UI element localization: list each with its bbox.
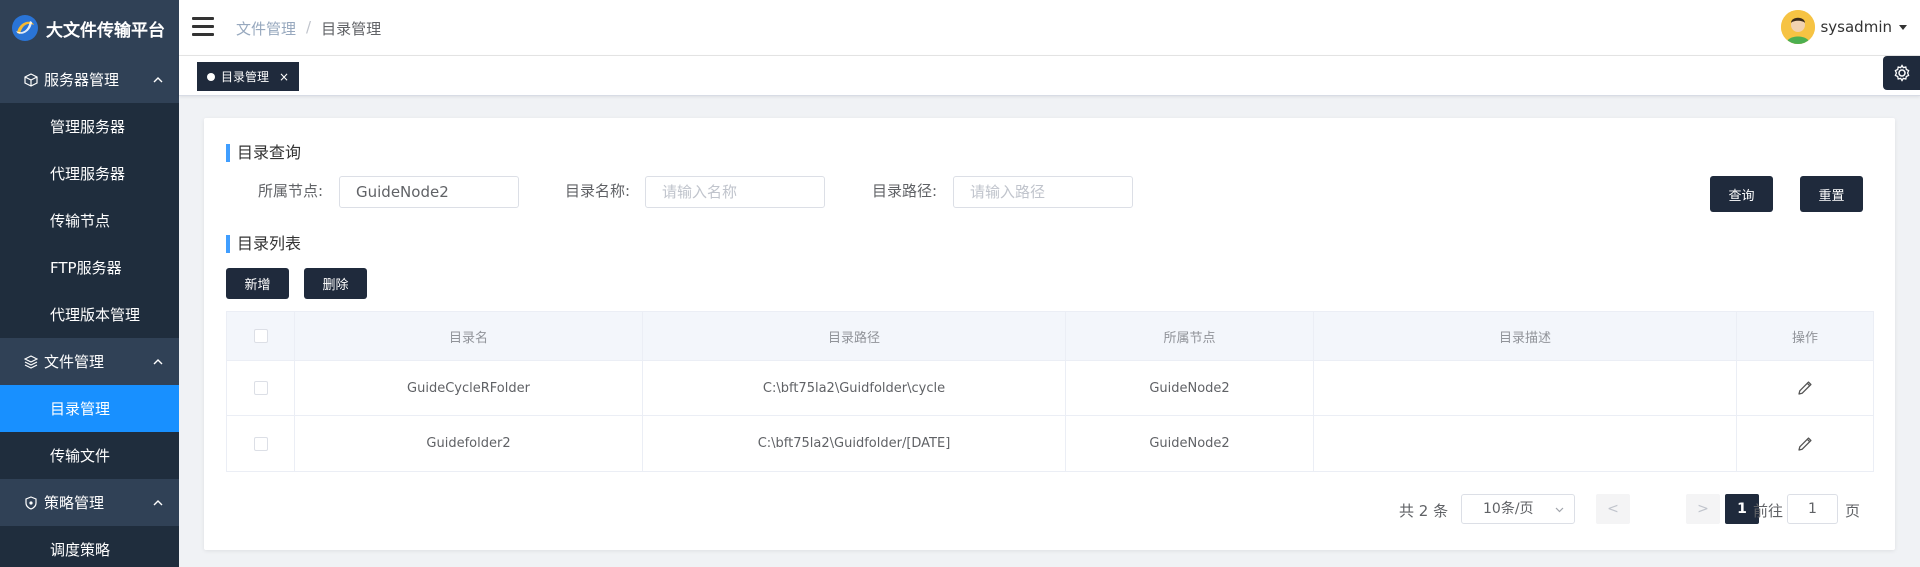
tags-view: 目录管理 × [179, 56, 1920, 96]
sidebar: 大文件传输平台 服务器管理 管理服务器 代理服务器 传输节点 FTP服务器 代理… [0, 0, 179, 567]
sidebar-item-proxy-server[interactable]: 代理服务器 [0, 150, 179, 197]
sidebar-item-label: 目录管理 [50, 400, 111, 418]
sidebar-item-label: 传输文件 [50, 447, 111, 465]
layers-icon [24, 354, 38, 369]
header-select-cell [227, 312, 295, 360]
cell-path: C:\bft75la2\Guidfolder\cycle [643, 361, 1066, 415]
cell-name: Guidefolder2 [295, 416, 643, 471]
edit-pencil-icon[interactable] [1796, 435, 1814, 453]
node-input[interactable]: GuideNode2 [339, 176, 519, 208]
sidebar-item-transfer-file[interactable]: 传输文件 [0, 432, 179, 479]
chevron-up-icon [153, 359, 163, 365]
edit-pencil-icon[interactable] [1796, 379, 1814, 397]
sidebar-item-label: 代理服务器 [50, 165, 126, 183]
column-header: 操作 [1791, 330, 1818, 346]
cube-icon [24, 72, 38, 87]
cell-desc [1314, 361, 1737, 415]
menu-group-label: 文件管理 [44, 353, 105, 371]
chevron-up-icon [153, 77, 163, 83]
gear-icon [1894, 64, 1909, 82]
caret-down-icon [1899, 25, 1907, 30]
breadcrumb: 文件管理 / 目录管理 [236, 18, 381, 39]
pagination-total: 共 2 条 [1399, 502, 1449, 520]
menu-group-label: 服务器管理 [44, 71, 120, 89]
cell-node: GuideNode2 [1066, 361, 1314, 415]
cell-name: GuideCycleRFolder [295, 361, 643, 415]
list-section-title: 目录列表 [226, 235, 301, 253]
sidebar-item-proxy-version[interactable]: 代理版本管理 [0, 291, 179, 338]
column-header: 所属节点 [1066, 312, 1314, 360]
brand[interactable]: 大文件传输平台 [0, 0, 179, 56]
sidebar-item-directory[interactable]: 目录管理 [0, 385, 179, 432]
menu-group-server[interactable]: 服务器管理 [0, 56, 179, 103]
path-input[interactable]: 请输入路径 [953, 176, 1133, 208]
breadcrumb-item[interactable]: 文件管理 [236, 18, 296, 39]
table-row: GuideCycleRFolder C:\bft75la2\Guidfolder… [227, 361, 1873, 416]
cell-path: C:\bft75la2\Guidfolder/[DATE] [643, 416, 1066, 471]
next-page-button[interactable]: > [1686, 494, 1720, 524]
row-checkbox[interactable] [253, 381, 268, 395]
sidebar-item-label: 代理版本管理 [50, 306, 141, 324]
cell-desc [1314, 416, 1737, 471]
table-row: Guidefolder2 C:\bft75la2\Guidfolder/[DAT… [227, 416, 1873, 471]
cell-actions [1737, 416, 1873, 471]
goto-page-input[interactable]: 1 [1787, 494, 1838, 524]
hamburger-icon[interactable] [192, 17, 214, 37]
sidebar-item-label: FTP服务器 [50, 259, 122, 277]
menu-group-policy[interactable]: 策略管理 [0, 479, 179, 526]
settings-button[interactable] [1883, 56, 1920, 90]
goto-suffix: 页 [1845, 502, 1861, 520]
path-label: 目录路径: [872, 182, 938, 200]
cell-actions [1737, 361, 1873, 415]
shield-icon [25, 495, 37, 510]
node-label: 所属节点: [258, 182, 324, 200]
directory-table: 目录名 目录路径 所属节点 目录描述 操作 GuideCycleRFolder … [226, 311, 1874, 472]
user-avatar-icon [1781, 10, 1816, 44]
search-button[interactable]: 查询 [1710, 176, 1773, 212]
page-size-value: 10条/页 [1483, 501, 1534, 517]
name-label: 目录名称: [565, 182, 631, 200]
column-header: 目录名 [295, 312, 643, 360]
sidebar-item-transfer-node[interactable]: 传输节点 [0, 197, 179, 244]
delete-button[interactable]: 删除 [304, 268, 367, 299]
sidebar-item-label: 管理服务器 [50, 118, 126, 136]
username: sysadmin [1820, 18, 1892, 36]
column-header: 目录路径 [643, 312, 1066, 360]
active-dot-icon [207, 72, 215, 81]
user-menu[interactable]: sysadmin [1781, 10, 1908, 44]
chevron-up-icon [153, 500, 163, 506]
tag-directory[interactable]: 目录管理 × [197, 62, 300, 91]
sidebar-item-label: 传输节点 [50, 212, 111, 230]
table-header: 目录名 目录路径 所属节点 目录描述 操作 [227, 312, 1873, 361]
row-select-cell [227, 416, 295, 471]
query-section-title: 目录查询 [226, 144, 301, 162]
sidebar-item-label: 调度策略 [50, 541, 111, 559]
goto-prefix: 前往 [1753, 502, 1784, 520]
breadcrumb-current: 目录管理 [321, 20, 382, 38]
close-icon[interactable]: × [279, 70, 289, 84]
avatar [1781, 10, 1816, 44]
breadcrumb-separator: / [306, 18, 312, 36]
topbar: 文件管理 / 目录管理 sysadmin [179, 0, 1920, 56]
main-card: 目录查询 所属节点: GuideNode2 目录名称: 请输入名称 目录路径: … [204, 118, 1895, 550]
name-input[interactable]: 请输入名称 [645, 176, 825, 208]
prev-page-button[interactable]: < [1596, 494, 1630, 524]
tag-label: 目录管理 [221, 70, 270, 84]
menu-group-file[interactable]: 文件管理 [0, 338, 179, 385]
page-size-select[interactable]: 10条/页 [1461, 494, 1575, 524]
sidebar-item-ftp-server[interactable]: FTP服务器 [0, 244, 179, 291]
add-button[interactable]: 新增 [226, 268, 289, 299]
swirl-logo-icon [12, 15, 38, 41]
brand-title: 大文件传输平台 [46, 20, 165, 41]
column-header: 目录描述 [1314, 312, 1737, 360]
sidebar-item-manage-server[interactable]: 管理服务器 [0, 103, 179, 150]
row-checkbox[interactable] [253, 436, 268, 451]
menu-group-label: 策略管理 [44, 494, 105, 512]
select-all-checkbox[interactable] [253, 329, 268, 343]
reset-button[interactable]: 重置 [1800, 176, 1863, 212]
row-select-cell [227, 361, 295, 415]
chevron-down-icon [1555, 507, 1564, 513]
sidebar-item-schedule-policy[interactable]: 调度策略 [0, 526, 179, 567]
cell-node: GuideNode2 [1066, 416, 1314, 471]
